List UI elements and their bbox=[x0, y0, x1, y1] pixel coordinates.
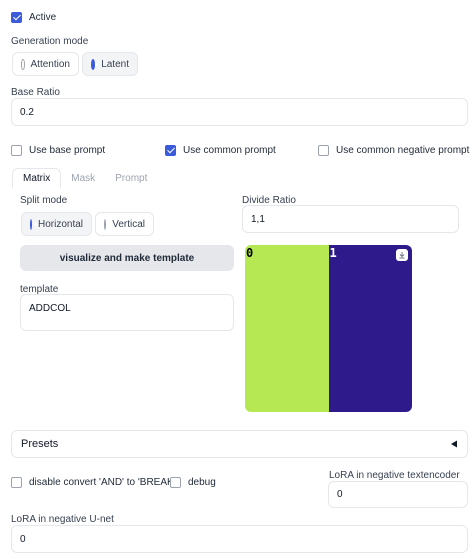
radio-latent-circle bbox=[91, 58, 99, 70]
radio-vertical-label: Vertical bbox=[112, 218, 145, 230]
download-button[interactable] bbox=[396, 249, 408, 261]
presets-accordion[interactable]: Presets bbox=[11, 430, 468, 458]
use-common-prompt-label: Use common prompt bbox=[183, 145, 276, 156]
generation-mode-label: Generation mode bbox=[11, 36, 89, 47]
debug-checkbox[interactable] bbox=[170, 477, 181, 488]
tab-matrix[interactable]: Matrix bbox=[12, 168, 62, 188]
use-base-prompt-row[interactable]: Use base prompt bbox=[11, 145, 105, 156]
active-checkbox-row[interactable]: Active bbox=[11, 12, 56, 23]
lora-neg-textencoder-input[interactable]: 0 bbox=[328, 481, 468, 508]
use-common-prompt-checkbox[interactable] bbox=[165, 145, 176, 156]
lora-neg-textencoder-label: LoRA in negative textencoder bbox=[329, 470, 460, 481]
radio-vertical-circle bbox=[104, 218, 107, 230]
visualize-template-button[interactable]: visualize and make template bbox=[20, 245, 234, 271]
tab-bar: Matrix Mask Prompt bbox=[12, 168, 157, 188]
debug-label: debug bbox=[188, 477, 216, 488]
disable-convert-checkbox[interactable] bbox=[11, 477, 22, 488]
download-icon bbox=[399, 252, 405, 259]
template-textarea[interactable]: ADDCOL bbox=[20, 294, 234, 331]
triangle-left-icon bbox=[451, 440, 457, 448]
use-common-prompt-row[interactable]: Use common prompt bbox=[165, 145, 276, 156]
use-base-prompt-checkbox[interactable] bbox=[11, 145, 22, 156]
radio-horizontal[interactable]: Horizontal bbox=[21, 212, 92, 236]
radio-latent-label: Latent bbox=[101, 58, 129, 70]
use-base-prompt-label: Use base prompt bbox=[29, 145, 106, 156]
radio-horizontal-label: Horizontal bbox=[38, 218, 84, 230]
use-common-negative-prompt-checkbox[interactable] bbox=[318, 145, 329, 156]
base-ratio-label: Base Ratio bbox=[11, 87, 60, 98]
base-ratio-input[interactable]: 0.2 bbox=[11, 98, 468, 126]
region-preview: 0 1 bbox=[245, 245, 412, 412]
radio-attention[interactable]: Attention bbox=[12, 52, 79, 76]
disable-convert-label: disable convert 'AND' to 'BREAK' bbox=[29, 477, 176, 488]
disable-convert-row[interactable]: disable convert 'AND' to 'BREAK' bbox=[11, 477, 176, 488]
region-1-label: 1 bbox=[329, 246, 337, 260]
radio-attention-circle bbox=[21, 58, 25, 70]
radio-latent[interactable]: Latent bbox=[82, 52, 138, 76]
debug-row[interactable]: debug bbox=[170, 477, 216, 488]
tab-mask[interactable]: Mask bbox=[61, 168, 105, 188]
lora-neg-unet-input[interactable]: 0 bbox=[11, 525, 468, 553]
split-mode-label: Split mode bbox=[20, 195, 68, 206]
active-checkbox[interactable] bbox=[11, 12, 22, 23]
lora-neg-unet-label: LoRA in negative U-net bbox=[11, 514, 114, 525]
radio-vertical[interactable]: Vertical bbox=[95, 212, 154, 236]
divide-ratio-input[interactable]: 1,1 bbox=[242, 205, 459, 233]
radio-attention-label: Attention bbox=[30, 58, 70, 70]
region-1: 1 bbox=[328, 245, 412, 412]
presets-label: Presets bbox=[21, 438, 59, 450]
use-common-negative-prompt-row[interactable]: Use common negative prompt bbox=[318, 145, 469, 156]
radio-horizontal-circle bbox=[30, 218, 37, 230]
active-label: Active bbox=[29, 12, 57, 23]
region-0: 0 bbox=[245, 245, 329, 412]
region-0-label: 0 bbox=[246, 246, 254, 260]
use-common-negative-prompt-label: Use common negative prompt bbox=[336, 145, 470, 156]
tab-prompt[interactable]: Prompt bbox=[105, 168, 157, 188]
